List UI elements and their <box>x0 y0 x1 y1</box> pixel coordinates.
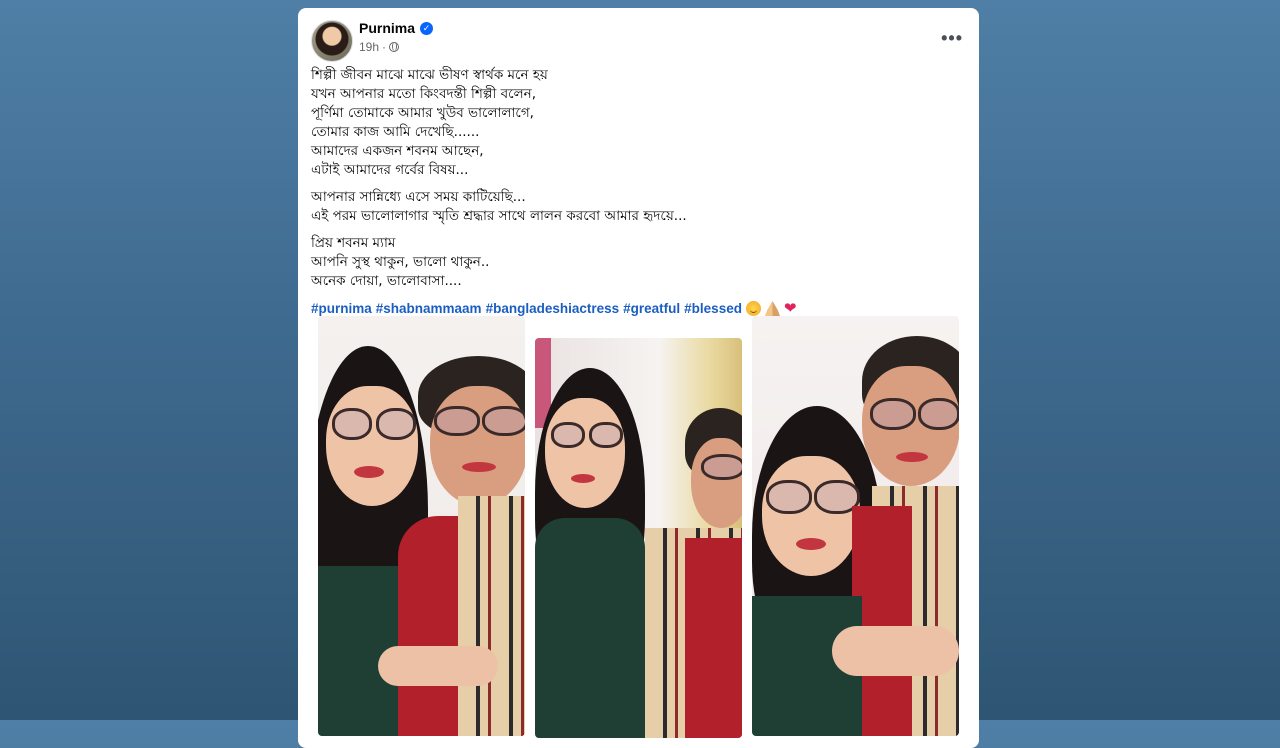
text-line: যখন আপনার মতো কিংবদন্তী শিল্পী বলেন, <box>311 86 537 102</box>
author-name-row: Purnima ✓ <box>359 20 434 36</box>
more-options-button[interactable]: ••• <box>941 28 963 49</box>
photo-subject-face <box>430 386 525 506</box>
photo-subject-face <box>545 398 625 508</box>
photo-hands <box>832 626 959 676</box>
text-line: প্রিয় শবনম ম্যাম <box>311 235 396 251</box>
glasses-icon <box>870 398 916 430</box>
paragraph-3: প্রিয় শবনম ম্যাম আপনি সুস্থ থাকুন, ভালো… <box>311 234 961 291</box>
photo-subject-face <box>326 386 418 506</box>
glasses-icon <box>766 480 812 514</box>
text-line: শিল্পী জীবন মাঝে মাঝে ভীষণ স্বার্থক মনে … <box>311 67 548 83</box>
text-line: অনেক দোয়া, ভালোবাসা.... <box>311 273 462 289</box>
text-line: আমাদের একজন শবনম আছেন, <box>311 143 484 159</box>
globe-icon[interactable] <box>389 42 400 52</box>
photo-clothing <box>685 538 742 738</box>
post-photo-1[interactable] <box>318 316 525 736</box>
text-line: এটাই আমাদের গর্বের বিষয়... <box>311 162 469 178</box>
glasses-icon <box>701 454 742 480</box>
photo-clothing <box>535 518 645 738</box>
verified-badge-icon: ✓ <box>420 21 434 35</box>
paragraph-1: শিল্পী জীবন মাঝে মাঝে ভীষণ স্বার্থক মনে … <box>311 66 961 180</box>
photo-hands <box>378 646 498 686</box>
photo-clothing <box>458 496 525 736</box>
photo-detail <box>796 538 826 550</box>
post-photo-3[interactable] <box>752 316 959 736</box>
paragraph-2: আপনার সান্নিধ্যে এসে সময় কাটিয়েছি... এ… <box>311 188 961 226</box>
text-line: এই পরম ভালোলাগার স্মৃতি শ্রদ্ধার সাথে লা… <box>311 208 687 224</box>
post-timestamp[interactable]: 19h <box>359 40 379 54</box>
glasses-icon <box>918 398 959 430</box>
hashtag-link[interactable]: #greatful <box>623 299 680 318</box>
text-line: আপনি সুস্থ থাকুন, ভালো থাকুন.. <box>311 254 490 270</box>
post-text: শিল্পী জীবন মাঝে মাঝে ভীষণ স্বার্থক মনে … <box>311 66 961 318</box>
text-line: পূর্ণিমা তোমাকে আমার খুউব ভালোলাগে, <box>311 105 534 121</box>
photo-detail <box>462 462 496 472</box>
photo-subject-face <box>691 438 742 528</box>
author-name[interactable]: Purnima <box>359 20 415 36</box>
glasses-icon <box>376 408 416 440</box>
glasses-icon <box>589 422 623 448</box>
glasses-icon <box>551 422 585 448</box>
glasses-icon <box>434 406 480 436</box>
text-line: আপনার সান্নিধ্যে এসে সময় কাটিয়েছি... <box>311 189 526 205</box>
glasses-icon <box>482 406 525 436</box>
author-avatar[interactable] <box>311 20 353 62</box>
text-line: তোমার কাজ আমি দেখেছি...... <box>311 124 480 140</box>
photo-detail <box>354 466 384 478</box>
meta-separator: · <box>382 40 387 54</box>
hashtag-link[interactable]: #blessed <box>684 299 742 318</box>
red-heart-icon: ❤ <box>783 300 797 317</box>
photo-detail <box>896 452 928 462</box>
folded-hands-icon <box>764 301 780 316</box>
facebook-post-card: Purnima ✓ 19h · ••• শিল্পী জীবন মাঝে মাঝ… <box>298 8 979 748</box>
glasses-icon <box>332 408 372 440</box>
photo-detail <box>571 474 595 483</box>
post-meta: 19h · <box>359 40 400 54</box>
smiling-face-icon <box>745 301 761 316</box>
photo-subject-face <box>762 456 860 576</box>
post-photo-2[interactable] <box>535 338 742 738</box>
